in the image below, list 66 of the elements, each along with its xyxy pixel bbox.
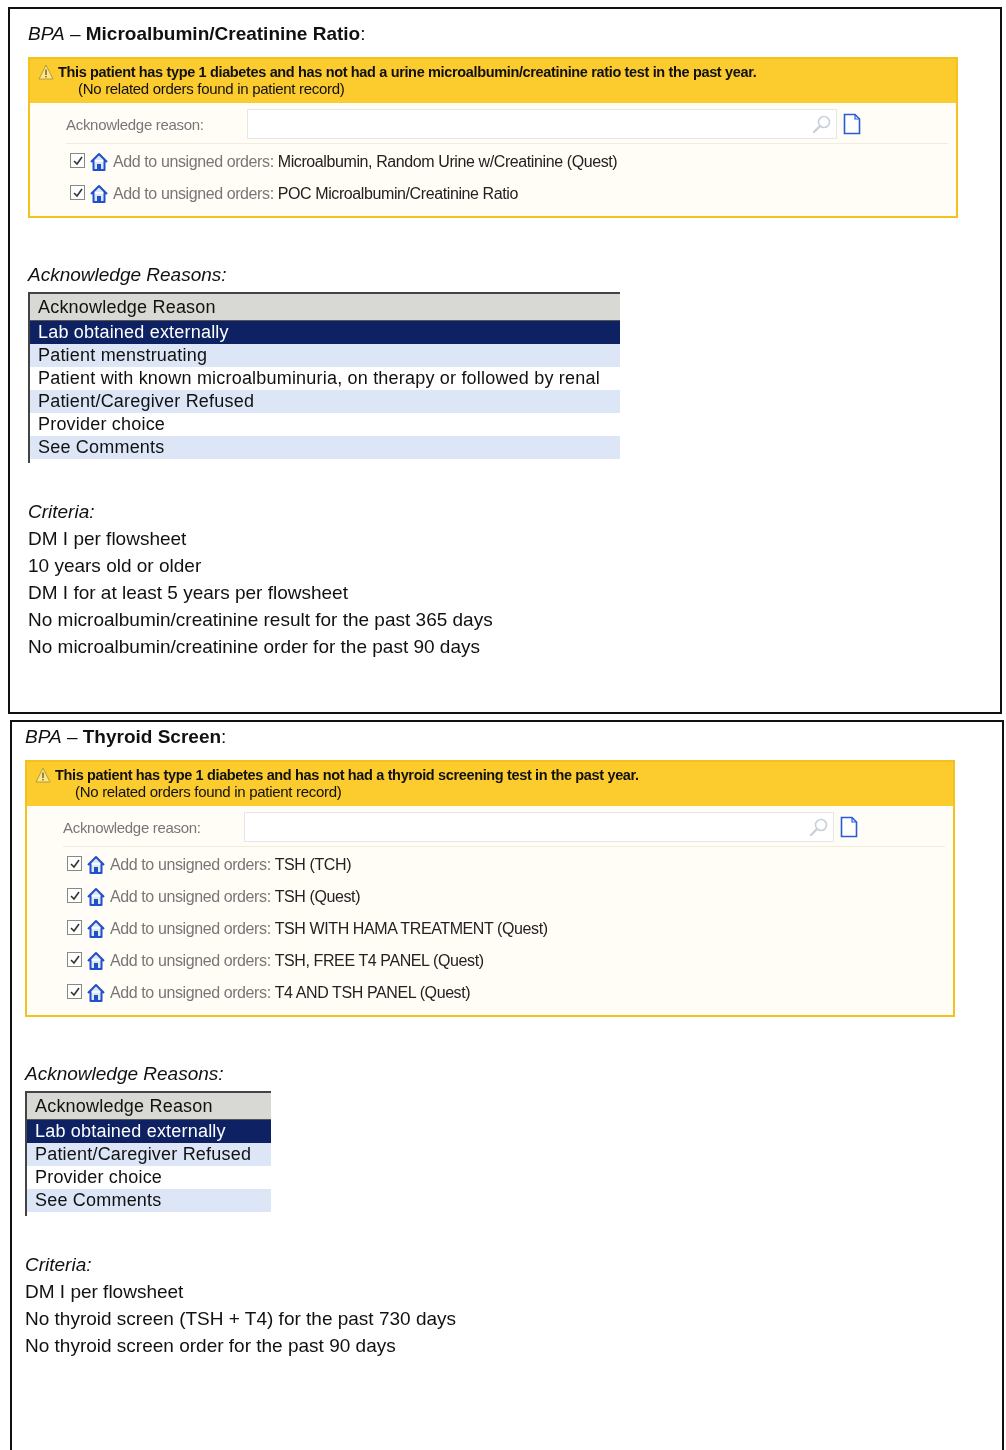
criteria-line: DM I per flowsheet [25, 1281, 185, 1303]
reason-item[interactable]: See Comments [27, 1189, 272, 1212]
order-label: Add to unsigned orders: [110, 920, 271, 938]
alert-message: This patient has type 1 diabetes and has not had a thyroid screening test in the past year. [55, 767, 639, 783]
acknowledge-reason-field[interactable] [247, 109, 837, 139]
alert-message: This patient has type 1 diabetes and has not had a urine microalbumin/creatinine ratio test in the past year. [58, 64, 757, 80]
section-title: BPA – Microalbumin/Creatinine Ratio: [28, 23, 367, 45]
warning-icon [35, 767, 51, 783]
checkbox[interactable] [70, 185, 85, 200]
order-label: Add to unsigned orders: [110, 952, 271, 970]
criteria-heading: Criteria: [25, 1254, 93, 1276]
acknowledge-label: Acknowledge reason: [63, 818, 202, 836]
reason-item[interactable]: Patient menstruating [30, 344, 620, 367]
order-label: Add to unsigned orders: [113, 153, 274, 171]
order-name: TSH (TCH) [274, 856, 352, 874]
acknowledge-reason-field[interactable] [244, 812, 834, 842]
section-title: BPA – Thyroid Screen: [25, 726, 228, 748]
reasons-heading: Acknowledge Reasons: [25, 1063, 225, 1085]
order-label: Add to unsigned orders: [113, 185, 274, 203]
order-label: Add to unsigned orders: [110, 888, 271, 906]
reason-item[interactable]: Provider choice [27, 1166, 272, 1189]
house-icon [86, 983, 106, 1003]
criteria-line: No microalbumin/creatinine order for the past 90 days [28, 636, 481, 658]
checkbox[interactable] [67, 920, 82, 935]
order-name: TSH, FREE T4 PANEL (Quest) [274, 952, 484, 970]
list-header: Acknowledge Reason [30, 294, 620, 321]
reasons-heading: Acknowledge Reasons: [28, 264, 228, 286]
criteria-line: No thyroid screen (TSH + T4) for the past 730 days [25, 1308, 458, 1330]
checkbox[interactable] [67, 888, 82, 903]
document-icon[interactable] [840, 816, 858, 838]
criteria-line: DM I per flowsheet [28, 528, 188, 550]
list-header: Acknowledge Reason [27, 1093, 272, 1120]
order-name: TSH (Quest) [274, 888, 361, 906]
warning-icon [38, 64, 54, 80]
acknowledge-label: Acknowledge reason: [66, 115, 205, 133]
house-icon [89, 184, 109, 204]
reason-item[interactable]: See Comments [30, 436, 620, 459]
checkbox[interactable] [67, 984, 82, 999]
checkbox[interactable] [67, 856, 82, 871]
house-icon [86, 951, 106, 971]
checkbox[interactable] [67, 952, 82, 967]
reason-item[interactable]: Provider choice [30, 413, 620, 436]
order-name: Microalbumin, Random Urine w/Creatinine (Quest) [277, 153, 618, 171]
reason-item[interactable]: Patient/Caregiver Refused [27, 1143, 272, 1166]
order-name: T4 AND TSH PANEL (Quest) [274, 984, 471, 1002]
reason-item[interactable]: Patient/Caregiver Refused [30, 390, 620, 413]
order-label: Add to unsigned orders: [110, 856, 271, 874]
criteria-line: 10 years old or older [28, 555, 203, 577]
criteria-line: No microalbumin/creatinine result for the past 365 days [28, 609, 494, 631]
criteria-line: No thyroid screen order for the past 90 days [25, 1335, 397, 1357]
order-label: Add to unsigned orders: [110, 984, 271, 1002]
reason-item[interactable]: Lab obtained externally [30, 321, 620, 344]
criteria-heading: Criteria: [28, 501, 96, 523]
house-icon [86, 855, 106, 875]
house-icon [86, 887, 106, 907]
alert-note: (No related orders found in patient record) [77, 80, 346, 97]
checkbox[interactable] [70, 153, 85, 168]
house-icon [86, 919, 106, 939]
reason-item[interactable]: Lab obtained externally [27, 1120, 272, 1143]
alert-note: (No related orders found in patient record) [74, 783, 343, 800]
house-icon [89, 152, 109, 172]
reason-item[interactable]: Patient with known microalbuminuria, on therapy or followed by renal [30, 367, 620, 390]
order-name: TSH WITH HAMA TREATMENT (Quest) [274, 920, 548, 938]
order-name: POC Microalbumin/Creatinine Ratio [277, 185, 518, 203]
document-icon[interactable] [843, 113, 861, 135]
criteria-line: DM I for at least 5 years per flowsheet [28, 582, 349, 604]
